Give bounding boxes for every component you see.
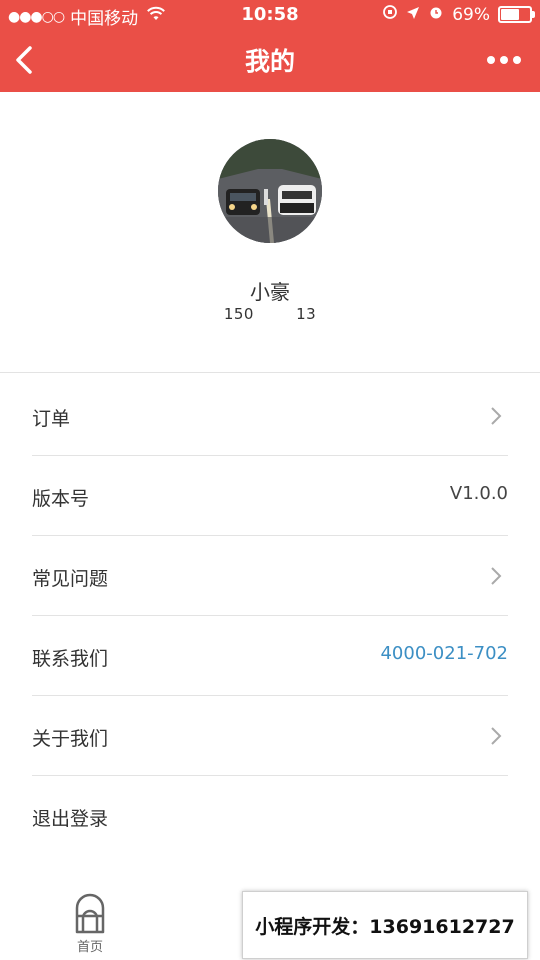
menu-item-label: 关于我们: [32, 728, 109, 750]
menu-item-orders[interactable]: 订单: [32, 376, 508, 456]
more-dots-icon: [487, 56, 521, 64]
status-bar: ●●●○○ 中国移动 10:58 69%: [0, 0, 540, 30]
menu-item-version: 版本号 V1.0.0: [32, 456, 508, 536]
chevron-right-icon: [491, 727, 502, 745]
menu-item-logout[interactable]: 退出登录: [32, 776, 508, 855]
menu-item-about[interactable]: 关于我们: [32, 696, 508, 776]
battery-percent: 69%: [452, 4, 490, 25]
menu-item-label: 版本号: [32, 488, 90, 510]
chevron-right-icon: [491, 567, 502, 585]
profile-section: 小豪 150 13: [0, 92, 540, 373]
top-bar: ●●●○○ 中国移动 10:58 69% 我的: [0, 0, 540, 92]
page-title: 我的: [244, 47, 295, 76]
navigation-bar: 我的: [0, 30, 540, 92]
tab-home[interactable]: 首页: [62, 892, 118, 955]
alarm-icon: [428, 4, 444, 25]
settings-menu: 订单 版本号 V1.0.0 常见问题 联系我们 4000-021-702 关于我…: [32, 376, 508, 855]
menu-item-label: 订单: [32, 408, 71, 430]
menu-item-faq[interactable]: 常见问题: [32, 536, 508, 616]
promo-banner: 小程序开发：13691612727: [242, 891, 528, 959]
location-arrow-icon: [406, 5, 420, 25]
avatar-photo: [218, 139, 322, 243]
contact-phone-link[interactable]: 4000-021-702: [380, 643, 508, 664]
battery-icon: [498, 6, 535, 23]
status-right: 69%: [382, 4, 535, 25]
home-icon: [75, 893, 105, 934]
version-value: V1.0.0: [449, 483, 508, 504]
menu-item-label: 退出登录: [32, 808, 109, 830]
rotation-lock-icon: [382, 4, 398, 25]
user-phone: 150 13: [223, 305, 317, 323]
user-name: 小豪: [250, 280, 290, 304]
battery-fill: [501, 9, 519, 20]
menu-item-label: 联系我们: [32, 648, 109, 670]
avatar[interactable]: [218, 139, 322, 243]
menu-item-label: 常见问题: [32, 568, 109, 590]
chevron-right-icon: [491, 407, 502, 425]
tab-home-label: 首页: [76, 940, 103, 955]
more-button[interactable]: [486, 50, 522, 70]
menu-item-contact[interactable]: 联系我们 4000-021-702: [32, 616, 508, 696]
